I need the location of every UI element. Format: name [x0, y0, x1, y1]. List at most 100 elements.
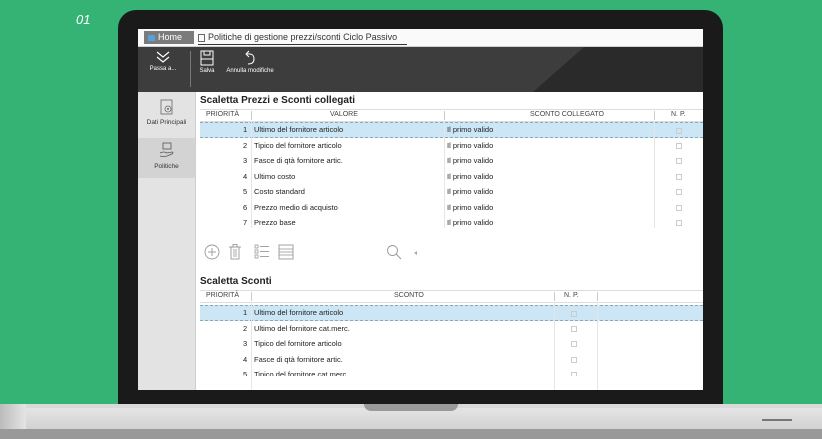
table-row[interactable]: 3 Fasce di qtà fornitore artic. Il primo… [200, 153, 703, 169]
np-checkbox[interactable] [676, 189, 682, 195]
priority-cell: 7 [243, 218, 248, 227]
table-row[interactable]: 4 Fasce di qtà fornitore artic. [200, 352, 703, 368]
priority-cell: 1 [243, 125, 248, 134]
value-cell: Costo standard [254, 187, 305, 196]
column-divider [597, 292, 598, 301]
sconto-cell: Il primo valido [447, 140, 494, 150]
table-row[interactable]: 5 Tipico del fornitore cat.merc. [200, 367, 703, 376]
column-divider [444, 111, 445, 120]
toolbar: Passa a... Salva Annulla modifiche [138, 47, 703, 92]
undo-icon [245, 50, 255, 65]
double-chevron-down-icon [156, 51, 170, 63]
table-row[interactable]: 5 Costo standard Il primo valido [200, 184, 703, 200]
col-header-priorita[interactable]: PRIORITÀ [206, 111, 239, 118]
add-row-icon[interactable] [204, 244, 220, 260]
list-icon[interactable] [254, 244, 270, 260]
toolbar-divider [190, 51, 191, 87]
sidebar-item-politiche[interactable]: Politiche [138, 138, 195, 178]
document-icon [198, 33, 205, 42]
priority-cell: 5 [243, 370, 248, 376]
sconto-cell: Fasce di qtà fornitore artic. [254, 354, 343, 364]
value-cell: Prezzo medio di acquisto [254, 202, 338, 212]
discounts-grid-header: PRIORITÀ SCONTO N. P. [200, 290, 703, 303]
undo-label: Annulla modifiche [226, 68, 274, 74]
sconto-cell: Ultimo del fornitore cat.merc. [254, 323, 350, 333]
col-header-np[interactable]: N. P. [671, 111, 686, 118]
np-checkbox[interactable] [571, 341, 577, 347]
priority-cell: 2 [243, 140, 248, 150]
np-checkbox[interactable] [676, 173, 682, 180]
value-cell: Ultimo costo [254, 171, 296, 181]
passa-button[interactable]: Passa a... [143, 50, 183, 72]
np-checkbox[interactable] [571, 325, 577, 332]
save-label: Salva [199, 68, 215, 74]
col-header-sconto-collegato[interactable]: SCONTO COLLEGATO [530, 111, 604, 118]
np-checkbox[interactable] [571, 372, 577, 376]
col-header-np[interactable]: N. P. [564, 292, 579, 299]
sconto-cell: Il primo valido [447, 187, 494, 196]
column-divider [251, 111, 252, 120]
save-icon [200, 50, 214, 66]
col-header-priorita[interactable]: PRIORITÀ [206, 292, 239, 299]
settings-page-icon [160, 99, 172, 115]
table-row[interactable]: 1 Ultimo del fornitore articolo Il primo… [200, 122, 703, 138]
prices-grid: PRIORITÀ VALORE SCONTO COLLEGATO N. P. 1… [200, 109, 703, 249]
priority-cell: 2 [243, 323, 248, 333]
np-checkbox[interactable] [571, 356, 577, 363]
table-row[interactable]: 2 Tipico del fornitore articolo Il primo… [200, 138, 703, 154]
tab-home-label: Home [158, 32, 183, 42]
prices-grid-header: PRIORITÀ VALORE SCONTO COLLEGATO N. P. [200, 109, 703, 122]
column-divider [654, 121, 655, 228]
scroll-left-icon[interactable] [414, 251, 417, 255]
grid-toolbar [202, 242, 442, 262]
np-checkbox[interactable] [676, 204, 682, 211]
column-divider [654, 111, 655, 120]
np-checkbox[interactable] [676, 128, 682, 134]
table-row[interactable]: 7 Prezzo base Il primo valido [200, 215, 703, 227]
value-cell: Prezzo base [254, 218, 296, 227]
priority-cell: 5 [243, 187, 248, 196]
column-divider [554, 302, 555, 390]
delete-row-icon[interactable] [228, 244, 242, 260]
np-checkbox[interactable] [676, 220, 682, 226]
priority-cell: 3 [243, 339, 248, 348]
tab-bar: Home Politiche di gestione prezzi/sconti… [138, 29, 703, 47]
toolbar-decoration [533, 47, 703, 92]
value-cell: Tipico del fornitore articolo [254, 140, 342, 150]
discounts-section-title: Scaletta Sconti [200, 276, 272, 287]
tab-document[interactable]: Politiche di gestione prezzi/sconti Cicl… [198, 31, 408, 45]
col-header-sconto[interactable]: SCONTO [394, 292, 424, 299]
table-row[interactable]: 4 Ultimo costo Il primo valido [200, 169, 703, 185]
table-row[interactable]: 1 Ultimo del fornitore articolo [200, 305, 703, 321]
money-hand-icon [159, 142, 173, 157]
priority-cell: 4 [243, 171, 248, 181]
sconto-cell: Il primo valido [447, 171, 494, 181]
np-checkbox[interactable] [676, 142, 682, 149]
priority-cell: 3 [243, 156, 248, 165]
sconto-cell: Il primo valido [447, 202, 494, 212]
laptop-base-edge [0, 404, 26, 429]
table-row[interactable]: 6 Prezzo medio di acquisto Il primo vali… [200, 200, 703, 216]
search-icon[interactable] [386, 244, 402, 260]
np-checkbox[interactable] [571, 311, 577, 317]
sidebar-item-label: Politiche [154, 163, 179, 170]
discounts-grid: PRIORITÀ SCONTO N. P. 1 Ultimo del forni… [200, 290, 703, 390]
laptop-base-line [762, 419, 792, 421]
col-header-valore[interactable]: VALORE [330, 111, 358, 118]
table-row[interactable]: 2 Ultimo del fornitore cat.merc. [200, 321, 703, 337]
save-button[interactable]: Salva [196, 50, 218, 74]
table-row[interactable]: 3 Tipico del fornitore articolo [200, 336, 703, 352]
home-icon [148, 34, 155, 41]
slide-number: 01 [76, 12, 91, 27]
tab-home[interactable]: Home [144, 31, 194, 44]
column-divider [251, 292, 252, 301]
sidebar-item-dati-principali[interactable]: Dati Principali [138, 98, 195, 138]
column-divider [444, 121, 445, 228]
np-checkbox[interactable] [676, 158, 682, 164]
laptop-base-shadow [0, 429, 822, 439]
undo-button[interactable]: Annulla modifiche [222, 50, 278, 74]
sconto-cell: Il primo valido [447, 218, 494, 227]
sconto-cell: Il primo valido [447, 125, 494, 134]
priority-cell: 1 [243, 308, 248, 317]
grid-view-icon[interactable] [278, 244, 294, 260]
